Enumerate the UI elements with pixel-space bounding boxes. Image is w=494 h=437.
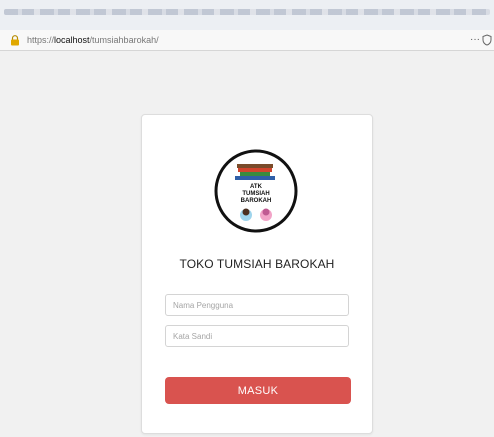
username-input[interactable] xyxy=(165,294,349,316)
blurred-caption xyxy=(4,9,490,15)
logo-line-3: BAROKAH xyxy=(241,198,272,204)
login-button[interactable]: MASUK xyxy=(165,377,351,404)
url-path: /tumsiahbarokah/ xyxy=(89,35,159,45)
shield-icon[interactable] xyxy=(482,34,492,46)
url-host: localhost xyxy=(54,35,90,45)
store-logo: ATK TUMSIAH BAROKAH xyxy=(213,148,299,234)
password-input[interactable] xyxy=(165,325,349,347)
lock-icon xyxy=(8,33,22,47)
address-bar[interactable]: https:// localhost /tumsiahbarokah/ ··· xyxy=(0,30,494,51)
logo-line-1: ATK xyxy=(250,184,263,190)
store-title: TOKO TUMSIAH BAROKAH xyxy=(179,257,335,271)
url-scheme: https:// xyxy=(27,35,55,45)
url-text[interactable]: https:// localhost /tumsiahbarokah/ xyxy=(27,35,159,45)
login-card: ATK TUMSIAH BAROKAH TOKO TUMSIAH BAROKAH… xyxy=(141,114,373,434)
more-icon[interactable]: ··· xyxy=(470,34,480,45)
logo-line-2: TUMSIAH xyxy=(242,191,269,197)
browser-top-strip xyxy=(0,0,494,31)
